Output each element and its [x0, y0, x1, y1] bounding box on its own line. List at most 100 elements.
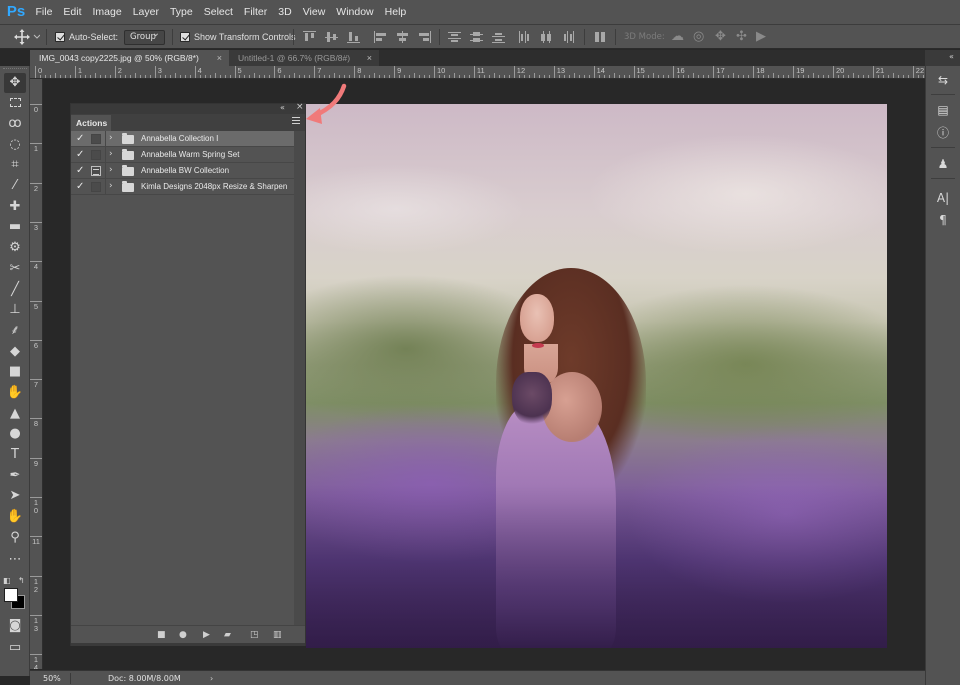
align-top-edges-icon[interactable]	[303, 31, 316, 43]
move-tool-preset-picker[interactable]	[14, 25, 40, 49]
toggle-item-check-icon[interactable]: ✓	[76, 132, 88, 146]
align-vertical-centers-icon[interactable]	[325, 31, 338, 43]
screen-mode-icon[interactable]: ▭	[4, 638, 26, 658]
distribute-horizontal-centers-icon[interactable]	[540, 31, 553, 43]
path-selection-tool-icon[interactable]: ➤	[4, 486, 26, 506]
history-panel-icon[interactable]: ⇆	[932, 70, 954, 90]
tab-actions[interactable]: Actions	[71, 115, 111, 131]
document-tab-active[interactable]: IMG_0043 copy2225.jpg @ 50% (RGB/8*) ×	[30, 50, 229, 66]
default-colors-icon[interactable]: ◧	[3, 576, 11, 585]
3d-pan-icon[interactable]: ✥	[715, 29, 726, 45]
swap-colors-icon[interactable]: ↰	[18, 576, 25, 585]
menu-view[interactable]: View	[297, 0, 331, 24]
zoom-tool-icon[interactable]: ⚲	[4, 528, 26, 548]
quick-selection-tool-icon[interactable]: ◌	[4, 135, 26, 155]
action-set-row[interactable]: ✓ › Annabella Collection I	[71, 131, 294, 147]
more-tools-icon[interactable]: ⋯	[4, 550, 26, 570]
toggle-item-check-icon[interactable]: ✓	[76, 180, 88, 194]
auto-align-layers-icon[interactable]	[594, 31, 607, 43]
menu-help[interactable]: Help	[379, 0, 412, 24]
zoom-level-field[interactable]: 50%	[43, 671, 61, 685]
menu-type[interactable]: Type	[164, 0, 198, 24]
dock-header[interactable]: «	[926, 50, 960, 66]
align-horizontal-centers-icon[interactable]	[396, 31, 409, 43]
menu-image[interactable]: Image	[87, 0, 127, 24]
play-icon[interactable]: ▶	[203, 628, 210, 642]
blur-tool-icon[interactable]: ✋	[4, 383, 26, 403]
clone-stamp-tool-icon[interactable]: ⚙	[4, 238, 26, 258]
new-action-icon[interactable]: ◳	[250, 628, 259, 642]
auto-select-dropdown[interactable]: Group	[124, 27, 165, 45]
crop-tool-icon[interactable]: ⌗	[4, 155, 26, 175]
close-icon[interactable]: ×	[217, 50, 222, 66]
menu-3d[interactable]: 3D	[273, 0, 297, 24]
menu-window[interactable]: Window	[331, 0, 379, 24]
expand-chevron-icon[interactable]: ›	[109, 179, 113, 194]
actions-panel-icon[interactable]: ▤	[932, 100, 954, 120]
panel-grip[interactable]	[3, 68, 27, 71]
marquee-tool-icon[interactable]	[4, 93, 26, 113]
3d-scale-icon[interactable]: ▶	[756, 29, 766, 45]
3d-orbit-icon[interactable]: ☁	[671, 29, 684, 45]
history-brush-tool-icon[interactable]: ✂	[4, 259, 26, 279]
toggle-item-check-icon[interactable]: ✓	[76, 148, 88, 162]
action-set-row[interactable]: ✓ › Annabella BW Collection	[71, 163, 294, 179]
document-tab-inactive[interactable]: Untitled-1 @ 66.7% (RGB/8#) ×	[229, 50, 379, 66]
collapse-panel-icon[interactable]: «	[280, 103, 285, 112]
dodge-tool-icon[interactable]: ●	[4, 424, 26, 444]
expand-chevron-icon[interactable]: ›	[109, 147, 113, 162]
toggle-dialog-icon[interactable]	[91, 150, 101, 160]
type-tool-icon[interactable]: T	[4, 445, 26, 465]
action-set-row[interactable]: ✓ › Kimla Designs 2048px Resize & Sharpe…	[71, 179, 294, 195]
lasso-tool-icon[interactable]: ꝏ	[4, 114, 26, 134]
toggle-dialog-icon[interactable]	[91, 166, 101, 176]
art-history-brush-tool-icon[interactable]: ⸙	[4, 321, 26, 341]
close-icon[interactable]: ×	[367, 50, 372, 66]
toggle-dialog-icon[interactable]	[91, 182, 101, 192]
distribute-bottom-edges-icon[interactable]	[492, 31, 505, 43]
properties-panel-icon[interactable]: ♟	[932, 154, 954, 174]
status-menu-arrow-icon[interactable]: ›	[210, 671, 213, 685]
3d-roll-icon[interactable]: ◎	[693, 29, 704, 45]
brush-icon[interactable]: ╱	[4, 280, 26, 300]
stop-icon[interactable]: ■	[157, 628, 166, 642]
distribute-top-edges-icon[interactable]	[448, 31, 461, 43]
gradient-tool-icon[interactable]: ■	[4, 362, 26, 382]
align-bottom-edges-icon[interactable]	[347, 31, 360, 43]
distribute-right-edges-icon[interactable]	[562, 31, 575, 43]
pen-tool-icon[interactable]: ✒	[4, 466, 26, 486]
auto-select-checkbox[interactable]: Auto-Select:	[55, 25, 118, 49]
hand-tool-icon[interactable]: ✋	[4, 507, 26, 527]
brush-tool-icon[interactable]: ▬	[4, 217, 26, 237]
expand-chevron-icon[interactable]: ›	[109, 131, 113, 146]
toggle-dialog-icon[interactable]	[91, 134, 101, 144]
show-transform-controls-checkbox[interactable]: Show Transform Controls	[180, 25, 296, 49]
distribute-left-edges-icon[interactable]	[518, 31, 531, 43]
character-panel-icon[interactable]: A|	[932, 188, 954, 208]
action-set-row[interactable]: ✓ › Annabella Warm Spring Set	[71, 147, 294, 163]
eraser-tool-icon[interactable]: ◆	[4, 342, 26, 362]
document-image[interactable]	[306, 104, 887, 648]
menu-select[interactable]: Select	[198, 0, 238, 24]
3d-slide-icon[interactable]: ✣	[736, 29, 747, 45]
align-right-edges-icon[interactable]	[418, 31, 431, 43]
record-icon[interactable]: ●	[179, 628, 187, 642]
menu-filter[interactable]: Filter	[238, 0, 272, 24]
menu-edit[interactable]: Edit	[58, 0, 87, 24]
quick-mask-icon[interactable]: ◙	[4, 616, 26, 636]
panel-header[interactable]: « ×	[71, 102, 305, 114]
trash-icon[interactable]: ▥	[273, 628, 282, 642]
align-left-edges-icon[interactable]	[374, 31, 387, 43]
spot-healing-brush-tool-icon[interactable]: ✚	[4, 197, 26, 217]
menu-layer[interactable]: Layer	[127, 0, 164, 24]
foreground-color-swatch[interactable]	[4, 588, 18, 602]
sharpen-tool-icon[interactable]: ▲	[4, 404, 26, 424]
eyedropper-tool-icon[interactable]: ⁄	[4, 176, 26, 196]
menu-file[interactable]: File	[30, 0, 58, 24]
new-set-icon[interactable]: ▰	[224, 628, 231, 642]
stamp-tool-icon[interactable]: ⊥	[4, 300, 26, 320]
panel-scrollbar[interactable]	[294, 131, 305, 627]
expand-chevron-icon[interactable]: ›	[109, 163, 113, 178]
toggle-item-check-icon[interactable]: ✓	[76, 164, 88, 178]
info-panel-icon[interactable]: ⓘ	[932, 123, 954, 143]
